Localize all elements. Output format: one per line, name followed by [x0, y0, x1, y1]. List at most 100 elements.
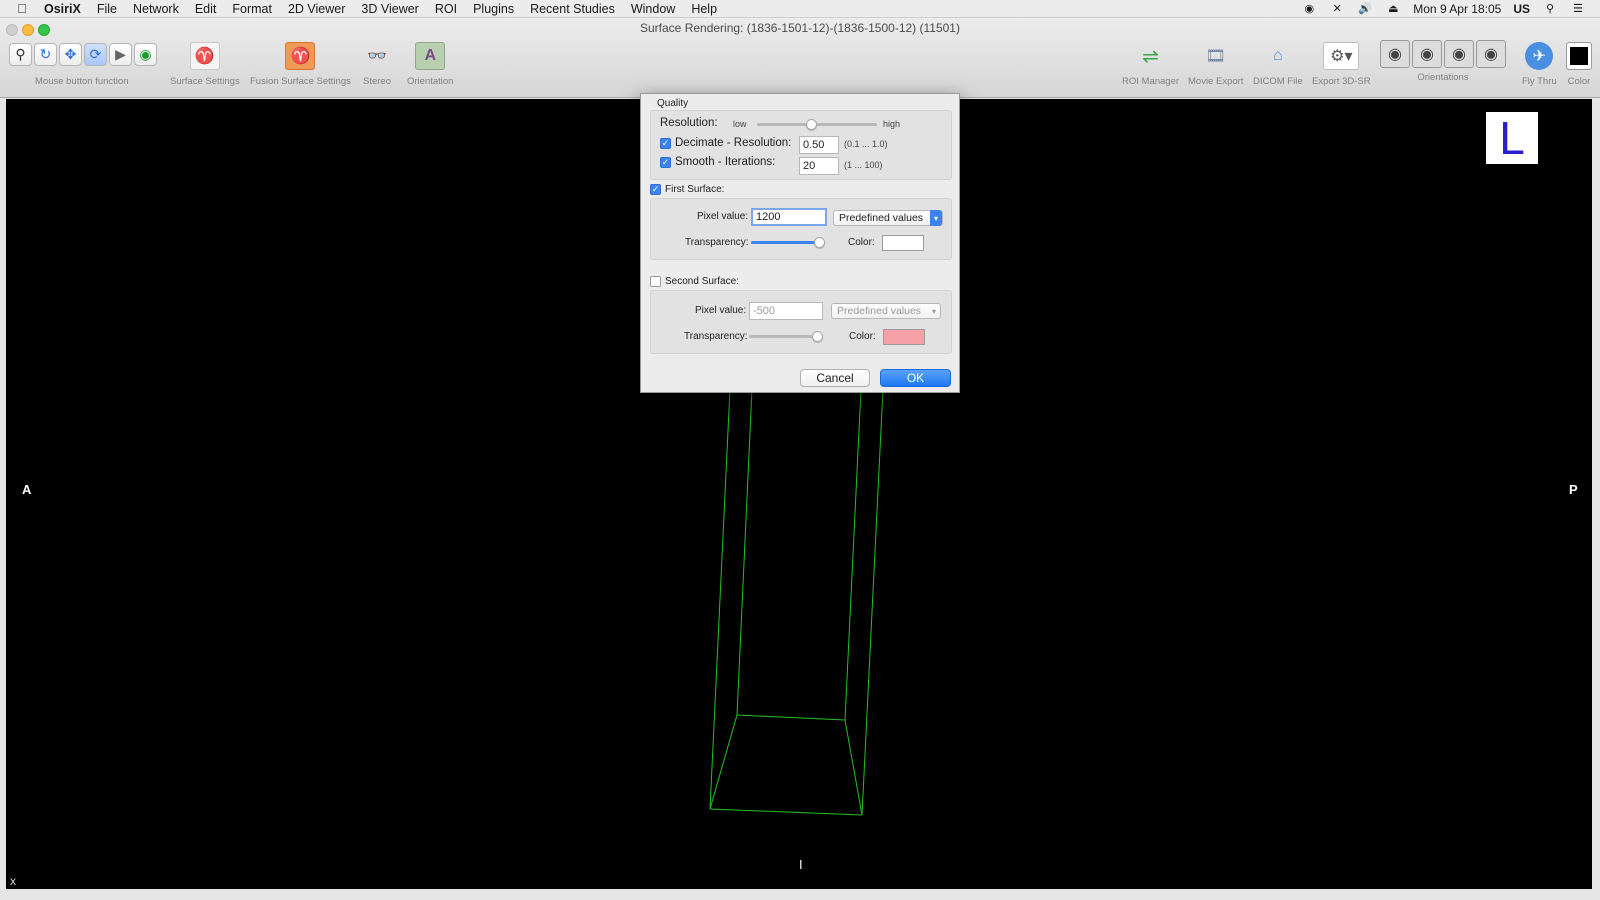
spotlight-icon[interactable]: ⚲ [1542, 3, 1558, 15]
clock[interactable]: Mon 9 Apr 18:05 [1413, 2, 1501, 16]
orientations-thumbnails: ◉ ◉ ◉ ◉ [1380, 40, 1506, 68]
surface-settings-label: Surface Settings [170, 76, 240, 87]
status-area: ◉ ✕ 🔊 ⏏ Mon 9 Apr 18:05 US ⚲ ☰ [1301, 2, 1600, 16]
menu-roi[interactable]: ROI [427, 2, 465, 16]
orientation-cube-icon: A [415, 42, 446, 70]
dicom-file-button[interactable]: ⌂ DICOM File [1253, 42, 1303, 87]
export-3dsr-button[interactable]: ⚙▾ Export 3D-SR [1312, 42, 1371, 87]
roi-manager-button[interactable]: ⇌ ROI Manager [1122, 42, 1179, 88]
first-pixel-field[interactable]: 1200 [751, 208, 827, 226]
resolution-slider[interactable] [757, 117, 877, 131]
cancel-button[interactable]: Cancel [800, 369, 870, 387]
first-surface-group: Pixel value: 1200 Predefined values ▾ Tr… [650, 198, 952, 260]
stereo-label: Stereo [363, 76, 391, 87]
wifi-off-icon[interactable]: ✕ [1329, 3, 1345, 15]
nvidia-icon[interactable]: ◉ [1301, 3, 1317, 15]
corner-label: X [10, 877, 17, 887]
zoom-tool-icon[interactable]: ⚲ [9, 43, 32, 66]
first-transparency-fill [751, 241, 819, 244]
decimate-label: Decimate - Resolution: [675, 137, 792, 149]
axial-view-icon[interactable]: ◉ [1380, 40, 1410, 68]
apple-icon[interactable]:  [0, 1, 44, 16]
second-transparency-knob[interactable] [812, 331, 823, 342]
menu-network[interactable]: Network [125, 2, 187, 16]
camera-tool-icon[interactable]: ▶ [109, 43, 132, 66]
menu-format[interactable]: Format [224, 2, 280, 16]
menu-recent-studies[interactable]: Recent Studies [522, 2, 623, 16]
window-toolbar: Surface Rendering: (1836-1501-12)-(1836-… [0, 18, 1600, 98]
resolution-slider-knob[interactable] [806, 119, 818, 130]
menu-edit[interactable]: Edit [187, 2, 225, 16]
second-transparency-label: Transparency: [684, 331, 748, 342]
menu-window[interactable]: Window [623, 2, 683, 16]
menu-help[interactable]: Help [683, 2, 725, 16]
color-button[interactable]: Color [1566, 42, 1592, 87]
eject-icon[interactable]: ⏏ [1385, 3, 1401, 15]
fly-thru-button[interactable]: ✈ Fly Thru [1522, 42, 1557, 87]
second-color-well[interactable] [883, 329, 925, 345]
orientations-control: ◉ ◉ ◉ ◉ Orientations [1380, 40, 1506, 83]
resolution-high-label: high [883, 119, 901, 129]
move-tool-icon[interactable]: ✥ [59, 43, 82, 66]
input-source[interactable]: US [1513, 2, 1530, 16]
first-predefined-popup[interactable]: Predefined values ▾ [833, 210, 943, 226]
surface-settings-button[interactable]: ♈ Surface Settings [170, 42, 240, 87]
point-tool-icon[interactable]: ◉ [134, 43, 157, 66]
second-surface-row: Second Surface: [650, 276, 739, 287]
menu-plugins[interactable]: Plugins [465, 2, 522, 16]
first-transparency-slider[interactable] [751, 235, 825, 249]
decimate-hint-text: (0.1 ... 1.0) [844, 139, 888, 149]
stereo-button[interactable]: 👓 Stereo [362, 42, 392, 87]
volume-icon[interactable]: 🔊 [1357, 3, 1373, 15]
first-surface-checkbox[interactable]: ✓ [650, 184, 661, 195]
first-color-label: Color: [848, 237, 875, 248]
fusion-surface-settings-label: Fusion Surface Settings [250, 76, 351, 87]
quality-group: Resolution: low high ✓ Decimate - Resolu… [650, 110, 952, 180]
menu-2d-viewer[interactable]: 2D Viewer [280, 2, 353, 16]
second-predefined-popup[interactable]: Predefined values ▾ [831, 303, 941, 319]
smooth-hint: (1 ... 100) [839, 160, 883, 170]
orientations-label: Orientations [1417, 72, 1469, 83]
smooth-label: Smooth - Iterations: [675, 156, 776, 168]
second-surface-checkbox[interactable] [650, 276, 661, 287]
stereo-glasses-icon: 👓 [367, 48, 387, 65]
menu-bar:  OsiriX File Network Edit Format 2D Vie… [0, 0, 1600, 18]
decimate-checkbox[interactable]: ✓ [660, 137, 671, 149]
menu-3d-viewer[interactable]: 3D Viewer [353, 2, 426, 16]
smooth-field[interactable]: 20 [799, 157, 839, 175]
first-surface-label: First Surface: [665, 184, 725, 195]
second-color-label: Color: [849, 331, 876, 342]
menu-app[interactable]: OsiriX [44, 2, 89, 16]
dicom-file-icon: ⌂ [1272, 47, 1283, 64]
mouse-function-label: Mouse button function [35, 76, 129, 87]
decimate-hint: (0.1 ... 1.0) [839, 139, 888, 149]
decimate-field[interactable]: 0.50 [799, 136, 839, 154]
second-transparency-slider[interactable] [749, 329, 823, 343]
fusion-surface-settings-icon: ♈ [285, 42, 316, 70]
sagittal-right-view-icon[interactable]: ◉ [1476, 40, 1506, 68]
sagittal-left-view-icon[interactable]: ◉ [1444, 40, 1474, 68]
first-transparency-knob[interactable] [814, 237, 825, 248]
window-title: Surface Rendering: (1836-1501-12)-(1836-… [640, 21, 960, 35]
notification-center-icon[interactable]: ☰ [1570, 3, 1586, 15]
chevron-down-icon: ▾ [930, 210, 942, 226]
movie-export-icon: 🎞 [1205, 48, 1226, 65]
export-3dsr-label: Export 3D-SR [1312, 76, 1371, 87]
orientation-label-left: A [22, 482, 32, 497]
smooth-checkbox[interactable]: ✓ [660, 156, 671, 168]
menu-file[interactable]: File [89, 2, 125, 16]
first-color-well[interactable] [882, 235, 924, 251]
ok-button[interactable]: OK [880, 369, 951, 387]
orientation-button[interactable]: A Orientation [407, 42, 453, 87]
rotate-3d-tool-icon[interactable]: ⟳ [84, 43, 107, 66]
second-pixel-field[interactable]: -500 [749, 302, 823, 320]
first-pixel-label: Pixel value: [697, 211, 749, 222]
dicom-file-label: DICOM File [1253, 76, 1303, 87]
rotate-tool-icon[interactable]: ↻ [34, 43, 57, 66]
second-pixel-label: Pixel value: [695, 305, 747, 316]
coronal-view-icon[interactable]: ◉ [1412, 40, 1442, 68]
fusion-surface-settings-button[interactable]: ♈ Fusion Surface Settings [250, 42, 351, 87]
color-well-icon [1566, 42, 1592, 70]
movie-export-button[interactable]: 🎞 Movie Export [1188, 42, 1243, 87]
quality-title: Quality [657, 98, 689, 109]
